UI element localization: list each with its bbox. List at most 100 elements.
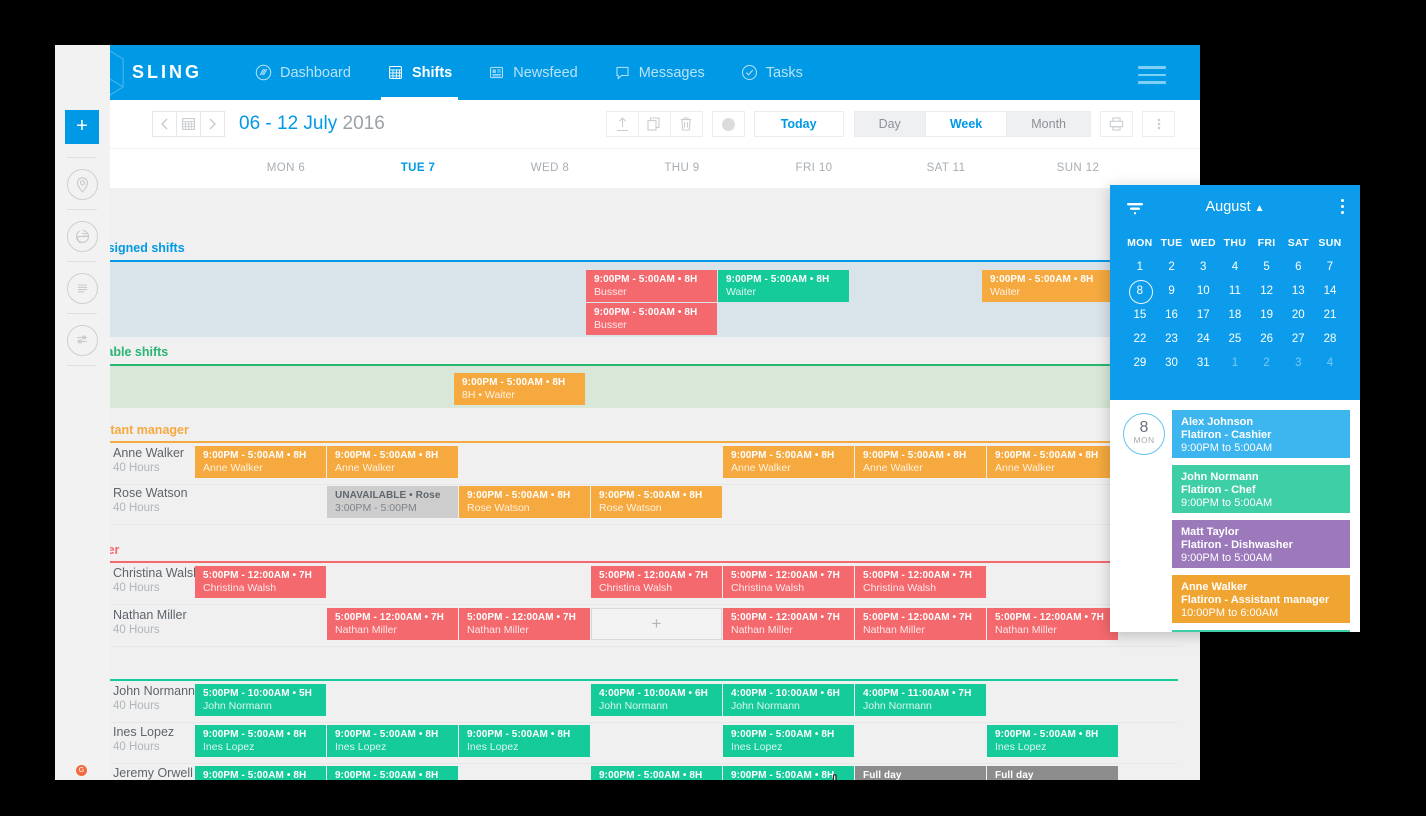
shift-chip[interactable]: 5:00PM - 12:00AM • 7H Nathan Miller <box>327 608 458 640</box>
shift-chip[interactable]: 9:00PM - 5:00AM • 8H Jeremy Orwell <box>723 766 854 780</box>
shift-chip[interactable]: 5:00PM - 12:00AM • 7H Christina Walsh <box>723 566 854 598</box>
calendar-day[interactable]: 7 <box>1314 255 1346 279</box>
calendar-day[interactable]: 23 <box>1156 327 1188 351</box>
unassigned-shift-chip[interactable]: 9:00PM - 5:00AM • 8H Waiter <box>982 270 1113 302</box>
shift-chip[interactable]: 5:00PM - 10:00AM • 5H John Normann <box>195 684 326 716</box>
calendar-day[interactable]: 19 <box>1251 303 1283 327</box>
unassigned-shift-chip[interactable]: 9:00PM - 5:00AM • 8H Busser <box>586 303 717 335</box>
calendar-day[interactable]: 5 <box>1251 255 1283 279</box>
delete-button[interactable] <box>669 111 703 137</box>
next-week-button[interactable] <box>200 111 225 137</box>
calendar-menu-icon[interactable] <box>1341 199 1344 217</box>
shift-chip[interactable]: 9:00PM - 5:00AM • 8H Anne Walker <box>723 446 854 478</box>
nav-item-messages[interactable]: Messages <box>596 45 723 100</box>
print-button[interactable] <box>1100 111 1133 137</box>
shift-chip[interactable]: 9:00PM - 5:00AM • 8H Rose Watson <box>459 486 590 518</box>
calendar-day[interactable]: 21 <box>1314 303 1346 327</box>
nav-item-shifts[interactable]: Shifts <box>369 45 470 100</box>
shift-chip[interactable]: 5:00PM - 12:00AM • 7H Nathan Miller <box>855 608 986 640</box>
status-dot-button[interactable] <box>711 111 745 137</box>
date-picker-button[interactable] <box>176 111 201 137</box>
calendar-day[interactable]: 31 <box>1187 351 1219 375</box>
calendar-day[interactable]: 16 <box>1156 303 1188 327</box>
timeoff-chip[interactable]: Full day Timeoff • Jeremy Orwell <box>987 766 1118 780</box>
day-header-fri[interactable]: FRI 10 <box>748 162 880 174</box>
shift-chip[interactable]: 5:00PM - 12:00AM • 7H Nathan Miller <box>723 608 854 640</box>
unassigned-shift-chip[interactable]: 9:00PM - 5:00AM • 8H Busser <box>586 270 717 302</box>
shift-chip[interactable]: 9:00PM - 5:00AM • 8H Ines Lopez <box>327 725 458 757</box>
calendar-day[interactable]: 2 <box>1156 255 1188 279</box>
calendar-day[interactable]: 11 <box>1219 279 1251 303</box>
available-shift-chip[interactable]: 9:00PM - 5:00AM • 8H 8H • Waiter <box>454 373 585 405</box>
location-pin-icon[interactable] <box>67 169 98 200</box>
add-shift-cell[interactable]: + <box>591 608 722 640</box>
calendar-day[interactable]: 15 <box>1124 303 1156 327</box>
calendar-day[interactable]: 10 <box>1187 279 1219 303</box>
add-button[interactable]: + <box>65 110 99 144</box>
calendar-month-label[interactable]: August ▲ <box>1110 199 1360 215</box>
calendar-day[interactable]: 24 <box>1187 327 1219 351</box>
agenda-item[interactable]: Matt Taylor Flatiron - Dishwasher 9:00PM… <box>1172 520 1350 568</box>
copy-button[interactable] <box>637 111 671 137</box>
calendar-day-outside[interactable]: 4 <box>1314 351 1346 375</box>
agenda-item[interactable]: John Normann Flatiron - Chef 9:00PM to 5… <box>1172 465 1350 513</box>
calendar-day-outside[interactable]: 3 <box>1282 351 1314 375</box>
calendar-day[interactable]: 9 <box>1156 279 1188 303</box>
publish-button[interactable] <box>605 111 639 137</box>
filter-icon[interactable] <box>1126 201 1144 222</box>
calendar-day[interactable]: 12 <box>1251 279 1283 303</box>
shift-chip[interactable]: 9:00PM - 5:00AM • 8H Ines Lopez <box>723 725 854 757</box>
nav-item-newsfeed[interactable]: Newsfeed <box>470 45 595 100</box>
day-header-sun[interactable]: SUN 12 <box>1012 162 1144 174</box>
shift-chip[interactable]: 9:00PM - 5:00AM • 8H Anne Walker <box>855 446 986 478</box>
view-day-button[interactable]: Day <box>853 111 926 137</box>
shift-chip[interactable]: 9:00PM - 5:00AM • 8H Ines Lopez <box>459 725 590 757</box>
calendar-day[interactable]: 20 <box>1282 303 1314 327</box>
calendar-day[interactable]: 28 <box>1314 327 1346 351</box>
calendar-day[interactable]: 27 <box>1282 327 1314 351</box>
unassigned-shift-chip[interactable]: 9:00PM - 5:00AM • 8H Waiter <box>718 270 849 302</box>
nav-item-dashboard[interactable]: Dashboard <box>237 45 369 100</box>
shift-chip[interactable]: 5:00PM - 12:00AM • 7H Nathan Miller <box>459 608 590 640</box>
shift-chip[interactable]: 9:00PM - 5:00AM • 8H Jeremy Orwell <box>195 766 326 780</box>
day-header-tue[interactable]: TUE 7 <box>352 162 484 174</box>
calendar-day[interactable]: 3 <box>1187 255 1219 279</box>
day-header-mon[interactable]: MON 6 <box>220 162 352 174</box>
calendar-day[interactable]: 22 <box>1124 327 1156 351</box>
calendar-day-outside[interactable]: 2 <box>1251 351 1283 375</box>
today-button[interactable]: Today <box>753 111 844 137</box>
calendar-day[interactable]: 17 <box>1187 303 1219 327</box>
nav-item-tasks[interactable]: Tasks <box>723 45 821 100</box>
agenda-item[interactable]: Alex Johnson Flatiron - Cashier 9:00PM t… <box>1172 410 1350 458</box>
day-header-thu[interactable]: THU 9 <box>616 162 748 174</box>
calendar-day[interactable]: 26 <box>1251 327 1283 351</box>
shift-chip[interactable]: 9:00PM - 5:00AM • 8H Ines Lopez <box>987 725 1118 757</box>
unavailable-chip[interactable]: UNAVAILABLE • Rose 3:00PM - 5:00PM <box>327 486 458 518</box>
shift-chip[interactable]: 5:00PM - 12:00AM • 7H Christina Walsh <box>855 566 986 598</box>
shift-chip[interactable]: 4:00PM - 10:00AM • 6H John Normann <box>591 684 722 716</box>
shift-chip[interactable]: 9:00PM - 5:00AM • 8H Anne Walker <box>195 446 326 478</box>
shift-chip[interactable]: 9:00PM - 5:00AM • 8H Jeremy Orwell <box>591 766 722 780</box>
shift-chip[interactable]: 4:00PM - 10:00AM • 6H John Normann <box>723 684 854 716</box>
day-header-wed[interactable]: WED 8 <box>484 162 616 174</box>
shift-chip[interactable]: 9:00PM - 5:00AM • 8H Ines Lopez <box>195 725 326 757</box>
shift-chip[interactable]: 4:00PM - 11:00AM • 7H John Normann <box>855 684 986 716</box>
calendar-day[interactable]: 25 <box>1219 327 1251 351</box>
list-icon[interactable] <box>67 273 98 304</box>
calendar-day[interactable]: 4 <box>1219 255 1251 279</box>
calendar-day[interactable]: 18 <box>1219 303 1251 327</box>
calendar-day[interactable]: 30 <box>1156 351 1188 375</box>
view-month-button[interactable]: Month <box>1006 111 1091 137</box>
shift-chip[interactable]: 9:00PM - 5:00AM • 8H Anne Walker <box>327 446 458 478</box>
calendar-day[interactable]: 6 <box>1282 255 1314 279</box>
agenda-item[interactable]: Ines Lopez <box>1172 630 1350 632</box>
day-header-sat[interactable]: SAT 11 <box>880 162 1012 174</box>
timeoff-chip[interactable]: Full day Timeoff • Jeremy Orwell <box>855 766 986 780</box>
shift-chip[interactable]: 9:00PM - 5:00AM • 8H Anne Walker <box>987 446 1118 478</box>
calendar-day[interactable]: 13 <box>1282 279 1314 303</box>
sliders-icon[interactable] <box>67 325 98 356</box>
agenda-item[interactable]: Anne Walker Flatiron - Assistant manager… <box>1172 575 1350 623</box>
calendar-day[interactable]: 14 <box>1314 279 1346 303</box>
shift-chip[interactable]: 5:00PM - 12:00AM • 7H Nathan Miller <box>987 608 1118 640</box>
shift-chip[interactable]: 5:00PM - 12:00AM • 7H Christina Walsh <box>591 566 722 598</box>
